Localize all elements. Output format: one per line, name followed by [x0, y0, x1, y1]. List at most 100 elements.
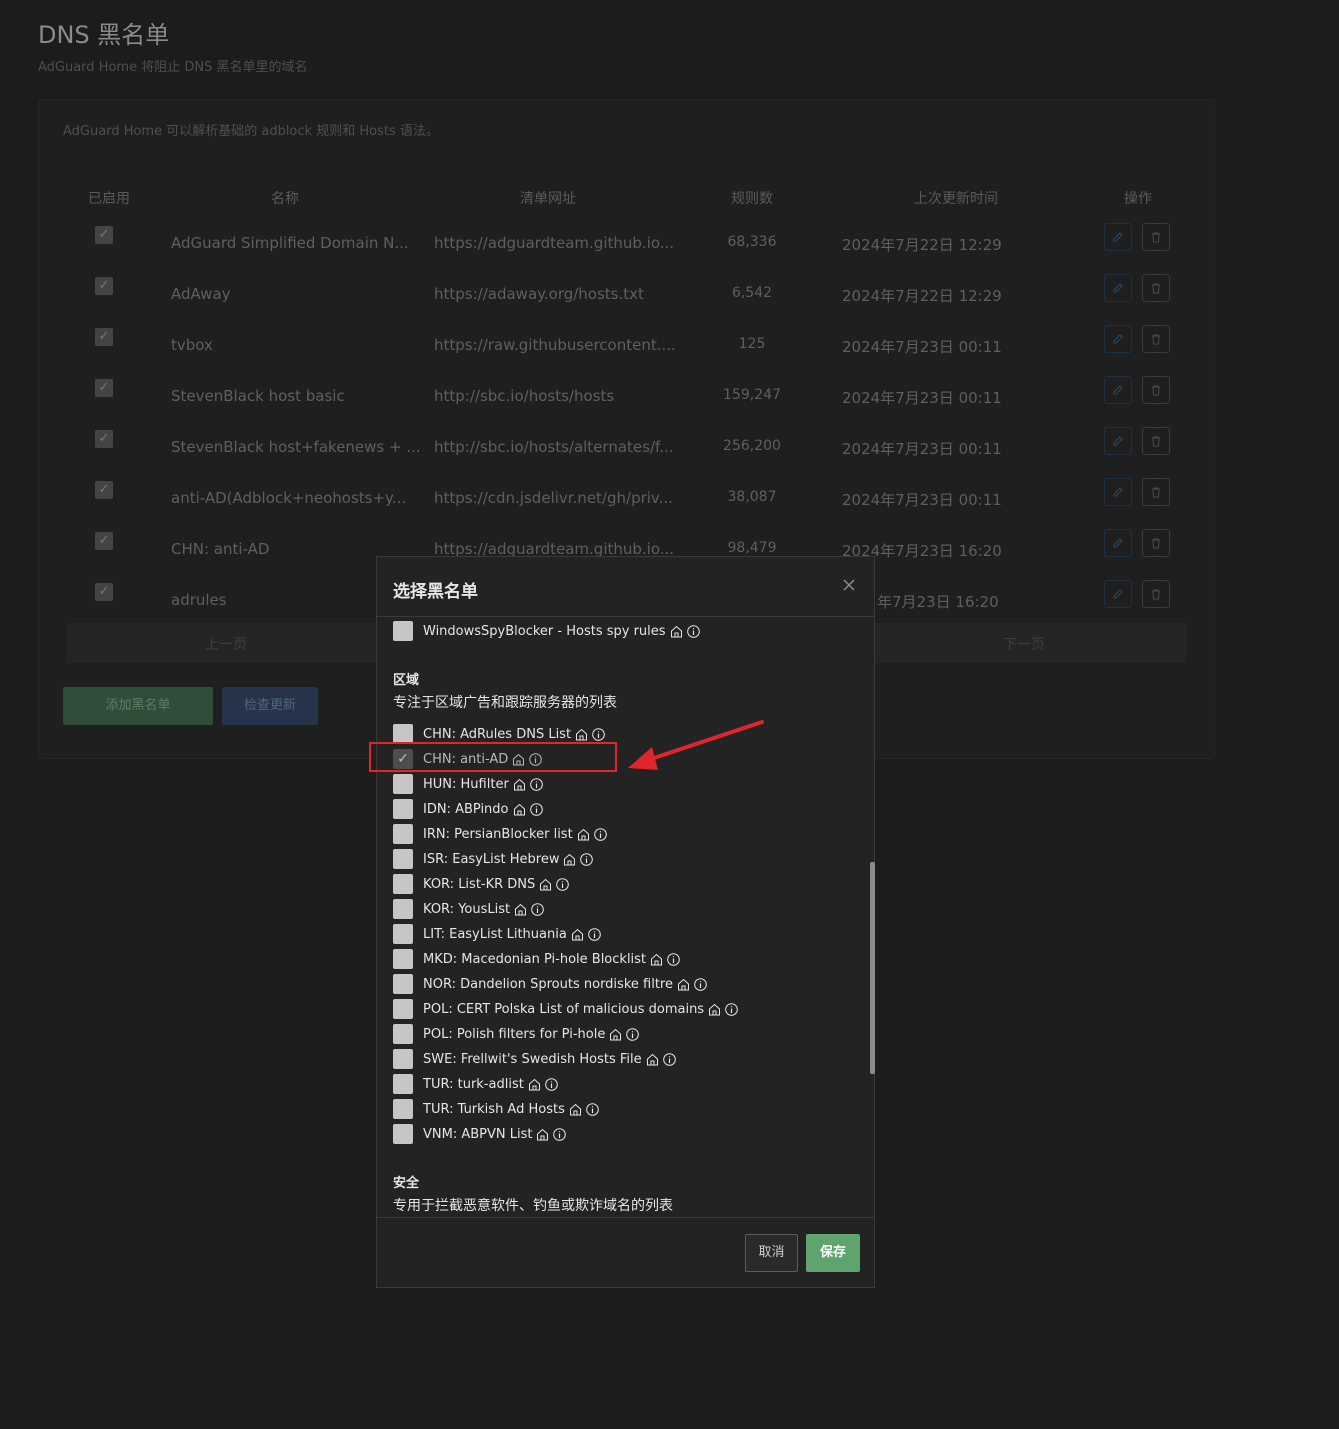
info-icon[interactable] — [586, 1102, 599, 1116]
info-icon[interactable] — [556, 877, 570, 891]
home-icon[interactable] — [536, 1128, 549, 1141]
home-icon[interactable] — [609, 1028, 622, 1041]
list-item[interactable]: POL: Polish filters for Pi-hole — [393, 1024, 640, 1044]
checkbox[interactable] — [393, 824, 413, 844]
list-item[interactable]: SWE: Frellwit's Swedish Hosts File — [393, 1049, 676, 1069]
list-item[interactable]: MKD: Macedonian Pi-hole Blocklist — [393, 949, 680, 969]
checkbox[interactable] — [393, 1124, 413, 1144]
home-icon[interactable] — [646, 1053, 659, 1066]
checkbox[interactable] — [393, 999, 413, 1019]
checkbox[interactable] — [393, 974, 413, 994]
edit-button[interactable] — [1104, 478, 1132, 506]
home-icon[interactable] — [569, 1103, 582, 1116]
delete-button[interactable] — [1142, 529, 1170, 557]
list-item[interactable]: KOR: List-KR DNS — [393, 874, 570, 894]
delete-button[interactable] — [1142, 325, 1170, 353]
list-item[interactable]: TUR: Turkish Ad Hosts — [393, 1099, 599, 1119]
home-icon[interactable] — [708, 1003, 721, 1016]
home-icon[interactable] — [513, 803, 526, 816]
checkbox[interactable] — [393, 949, 413, 969]
edit-button[interactable] — [1104, 223, 1132, 251]
list-item[interactable]: TUR: turk-adlist — [393, 1074, 558, 1094]
enabled-checkbox[interactable]: ✓ — [95, 583, 113, 601]
home-icon[interactable] — [528, 1078, 541, 1091]
list-item[interactable]: LIT: EasyList Lithuania — [393, 924, 601, 944]
enabled-checkbox[interactable]: ✓ — [95, 430, 113, 448]
info-icon[interactable] — [553, 1127, 567, 1141]
close-icon[interactable] — [841, 577, 857, 593]
home-icon[interactable] — [571, 928, 584, 941]
checkbox[interactable] — [393, 874, 413, 894]
checkbox[interactable] — [393, 621, 413, 641]
info-icon[interactable] — [531, 902, 544, 916]
scrollbar[interactable] — [870, 862, 875, 1074]
checkbox[interactable] — [393, 1024, 413, 1044]
info-icon[interactable] — [545, 1077, 558, 1091]
enabled-checkbox[interactable]: ✓ — [95, 277, 113, 295]
save-button[interactable]: 保存 — [806, 1234, 860, 1272]
list-item-windowsspyblocker[interactable]: WindowsSpyBlocker - Hosts spy rules — [393, 621, 700, 641]
checkbox[interactable] — [393, 774, 413, 794]
info-icon[interactable] — [686, 624, 700, 638]
list-item[interactable]: KOR: YousList — [393, 899, 544, 919]
edit-button[interactable] — [1104, 427, 1132, 455]
row-url[interactable]: http://sbc.io/hosts/hosts — [434, 387, 614, 405]
delete-button[interactable] — [1142, 427, 1170, 455]
row-url[interactable]: https://adaway.org/hosts.txt — [434, 285, 644, 303]
checkbox[interactable] — [393, 724, 413, 744]
checkbox[interactable] — [393, 799, 413, 819]
enabled-checkbox[interactable]: ✓ — [95, 481, 113, 499]
prev-page-button[interactable]: 上一页 — [205, 634, 247, 654]
info-icon[interactable] — [725, 1002, 738, 1016]
checkbox[interactable] — [393, 924, 413, 944]
info-icon[interactable] — [662, 1052, 676, 1066]
home-icon[interactable] — [575, 728, 588, 741]
enabled-checkbox[interactable]: ✓ — [95, 328, 113, 346]
list-item[interactable]: CHN: AdRules DNS List — [393, 724, 605, 744]
info-icon[interactable] — [694, 977, 707, 991]
checkbox[interactable] — [393, 1049, 413, 1069]
enabled-checkbox[interactable]: ✓ — [95, 226, 113, 244]
list-item[interactable]: ISR: EasyList Hebrew — [393, 849, 594, 869]
edit-button[interactable] — [1104, 325, 1132, 353]
checkbox[interactable] — [393, 849, 413, 869]
home-icon[interactable] — [563, 853, 576, 866]
delete-button[interactable] — [1142, 274, 1170, 302]
info-icon[interactable] — [592, 727, 605, 741]
info-icon[interactable] — [588, 927, 601, 941]
edit-button[interactable] — [1104, 274, 1132, 302]
row-url[interactable]: https://adguardteam.github.io... — [434, 234, 674, 252]
list-item[interactable]: IDN: ABPindo — [393, 799, 543, 819]
info-icon[interactable] — [580, 852, 594, 866]
row-url[interactable]: https://raw.githubusercontent.... — [434, 336, 676, 354]
info-icon[interactable] — [626, 1027, 640, 1041]
delete-button[interactable] — [1142, 478, 1170, 506]
info-icon[interactable] — [529, 777, 543, 791]
list-item[interactable]: HUN: Hufilter — [393, 774, 543, 794]
list-item[interactable]: IRN: PersianBlocker list — [393, 824, 607, 844]
edit-button[interactable] — [1104, 376, 1132, 404]
edit-button[interactable] — [1104, 580, 1132, 608]
delete-button[interactable] — [1142, 580, 1170, 608]
list-item[interactable]: VNM: ABPVN List — [393, 1124, 567, 1144]
check-updates-button[interactable]: 检查更新 — [222, 687, 318, 725]
home-icon[interactable] — [539, 878, 552, 891]
enabled-checkbox[interactable]: ✓ — [95, 379, 113, 397]
enabled-checkbox[interactable]: ✓ — [95, 532, 113, 550]
info-icon[interactable] — [667, 952, 680, 966]
add-blocklist-button[interactable]: 添加黑名单 — [63, 687, 213, 725]
next-page-button[interactable]: 下一页 — [1003, 634, 1045, 654]
home-icon[interactable] — [514, 903, 527, 916]
edit-button[interactable] — [1104, 529, 1132, 557]
list-item[interactable]: POL: CERT Polska List of malicious domai… — [393, 999, 738, 1019]
cancel-button[interactable]: 取消 — [745, 1234, 798, 1272]
list-item[interactable]: NOR: Dandelion Sprouts nordiske filtre — [393, 974, 707, 994]
delete-button[interactable] — [1142, 376, 1170, 404]
checkbox[interactable] — [393, 899, 413, 919]
home-icon[interactable] — [670, 625, 683, 638]
row-url[interactable]: https://cdn.jsdelivr.net/gh/priv... — [434, 489, 673, 507]
row-url[interactable]: http://sbc.io/hosts/alternates/f... — [434, 438, 674, 456]
home-icon[interactable] — [677, 978, 690, 991]
info-icon[interactable] — [593, 827, 607, 841]
home-icon[interactable] — [577, 828, 590, 841]
